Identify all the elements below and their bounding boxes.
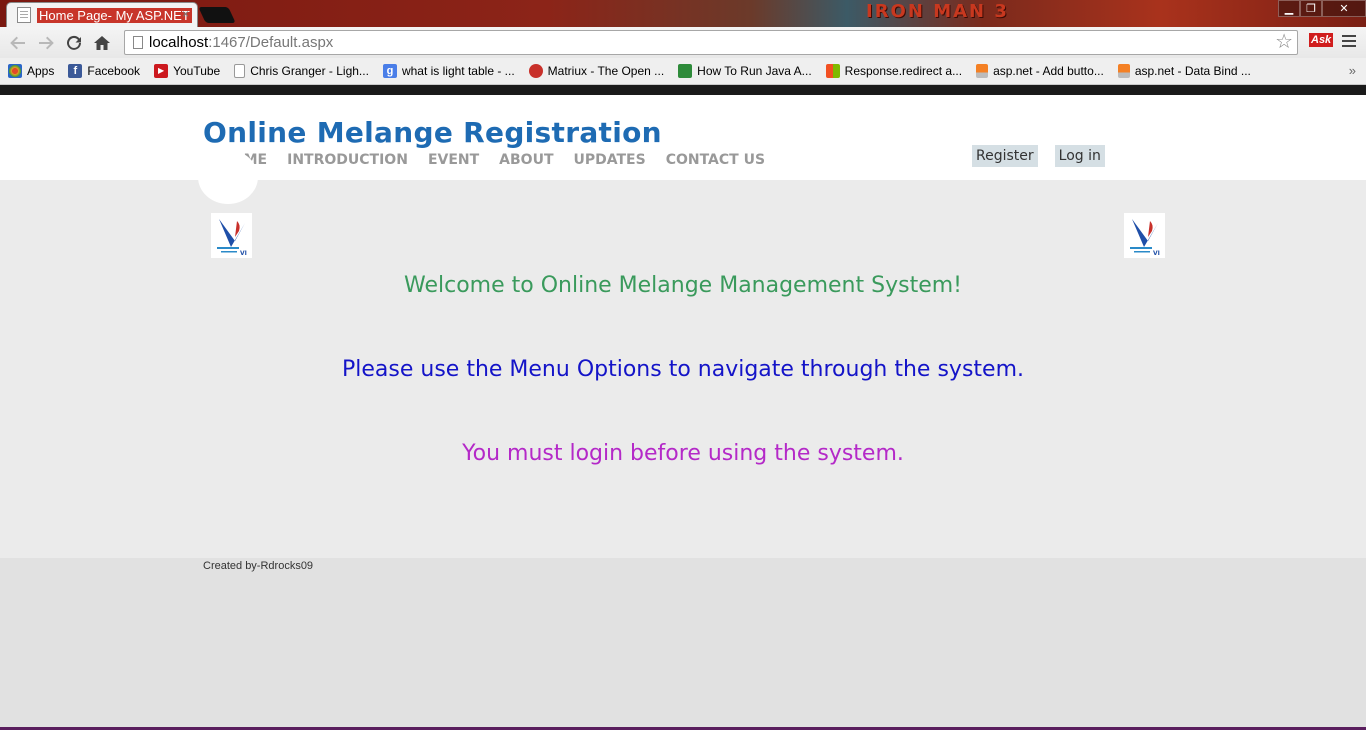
stackoverflow-icon — [976, 64, 989, 78]
theme-banner-text: IRON MAN 3 — [866, 1, 1009, 22]
bookmark-youtube[interactable]: ▶ YouTube — [154, 64, 220, 78]
bookmark-java[interactable]: How To Run Java A... — [678, 64, 812, 78]
bookmark-label: Facebook — [87, 64, 141, 78]
login-link[interactable]: Log in — [1054, 145, 1105, 167]
bookmark-light-table[interactable]: g what is light table - ... — [382, 64, 515, 78]
browser-titlebar: Home Page- My ASP.NET × IRON MAN 3 ▁ ❐ ✕ — [0, 0, 1366, 27]
bookmark-label: Chris Granger - Ligh... — [250, 64, 369, 78]
bookmark-label: How To Run Java A... — [697, 64, 812, 78]
microsoft-icon — [825, 64, 840, 78]
bookmark-response-redirect[interactable]: Response.redirect a... — [825, 64, 963, 78]
bookmark-chris-granger[interactable]: Chris Granger - Ligh... — [234, 64, 369, 78]
bookmark-label: Apps — [27, 64, 55, 78]
address-bar[interactable]: localhost :1467/Default.aspx ☆ — [124, 30, 1298, 55]
melange-logo-left: VI — [211, 213, 252, 258]
bookmark-label: asp.net - Add butto... — [993, 64, 1104, 78]
browser-tab[interactable]: Home Page- My ASP.NET × — [6, 2, 198, 27]
chrome-menu-icon[interactable] — [1342, 35, 1356, 37]
close-window-button[interactable]: ✕ — [1322, 0, 1366, 17]
login-hint-message: You must login before using the system. — [462, 441, 904, 466]
google-icon: g — [382, 64, 397, 78]
bookmark-matriux[interactable]: Matriux - The Open ... — [528, 64, 665, 78]
bookmark-label: Matriux - The Open ... — [547, 64, 665, 78]
main-content: VI VI Welcome to Online Melange Manageme… — [0, 150, 1366, 558]
main-nav: HOME INTRODUCTION EVENT ABOUT UPDATES CO… — [220, 152, 765, 168]
home-icon[interactable] — [88, 29, 116, 57]
bookmark-add-button[interactable]: asp.net - Add butto... — [976, 64, 1104, 78]
restore-button[interactable]: ❐ — [1300, 0, 1322, 17]
matriux-icon — [528, 64, 543, 78]
svg-text:VI: VI — [240, 250, 247, 257]
ask-extension-icon[interactable]: Ask — [1309, 33, 1334, 47]
apps-grid-icon — [8, 64, 22, 78]
bookmark-data-bind[interactable]: asp.net - Data Bind ... — [1117, 64, 1251, 78]
login-area: Register Log in — [972, 145, 1105, 167]
bookmark-star-icon[interactable]: ☆ — [1275, 31, 1293, 54]
welcome-message: Welcome to Online Melange Management Sys… — [404, 273, 962, 298]
url-host: localhost — [149, 34, 209, 51]
minimize-button[interactable]: ▁ — [1278, 0, 1300, 17]
nav-about[interactable]: ABOUT — [499, 152, 553, 168]
reload-icon[interactable] — [60, 29, 88, 57]
page-favicon-icon — [17, 7, 31, 23]
facebook-icon: f — [68, 64, 83, 78]
bookmark-label: YouTube — [173, 64, 221, 78]
new-tab-button[interactable] — [198, 7, 236, 23]
register-link[interactable]: Register — [972, 145, 1038, 167]
youtube-icon: ▶ — [154, 64, 169, 78]
site-title: Online Melange Registration — [203, 116, 662, 149]
menu-hint-message: Please use the Menu Options to navigate … — [342, 357, 1024, 382]
forward-arrow-icon[interactable] — [32, 29, 60, 57]
nav-event[interactable]: EVENT — [428, 152, 479, 168]
svg-text:VI: VI — [1153, 250, 1160, 257]
nav-updates[interactable]: UPDATES — [574, 152, 646, 168]
more-bookmarks-icon[interactable]: » — [1349, 63, 1356, 78]
bookmark-label: what is light table - ... — [401, 64, 515, 78]
back-arrow-icon[interactable] — [4, 29, 32, 57]
footer-credit: Created by-Rdrocks09 — [203, 560, 314, 572]
url-path: :1467/Default.aspx — [208, 34, 334, 51]
page-top-border — [0, 85, 1366, 95]
stackoverflow-icon — [1117, 64, 1130, 78]
browser-toolbar: localhost :1467/Default.aspx ☆ Ask — [0, 27, 1366, 58]
active-nav-indicator — [198, 150, 258, 204]
tab-title: Home Page- My ASP.NET — [37, 7, 192, 23]
site-footer: Created by-Rdrocks09 — [0, 558, 1366, 730]
nav-introduction[interactable]: INTRODUCTION — [287, 152, 408, 168]
window-controls: ▁ ❐ ✕ — [1278, 0, 1366, 17]
melange-logo-right: VI — [1124, 213, 1165, 258]
bookmark-label: asp.net - Data Bind ... — [1134, 64, 1251, 78]
tab-close-icon[interactable]: × — [182, 7, 189, 21]
bookmarks-bar: Apps f Facebook ▶ YouTube Chris Granger … — [0, 58, 1366, 85]
bookmark-label: Response.redirect a... — [844, 64, 963, 78]
nav-contact-us[interactable]: CONTACT US — [666, 152, 765, 168]
java-icon — [678, 64, 693, 78]
page-icon — [133, 36, 143, 49]
page-icon — [234, 64, 246, 78]
bookmark-facebook[interactable]: f Facebook — [68, 64, 140, 78]
bookmark-apps[interactable]: Apps — [8, 64, 54, 78]
